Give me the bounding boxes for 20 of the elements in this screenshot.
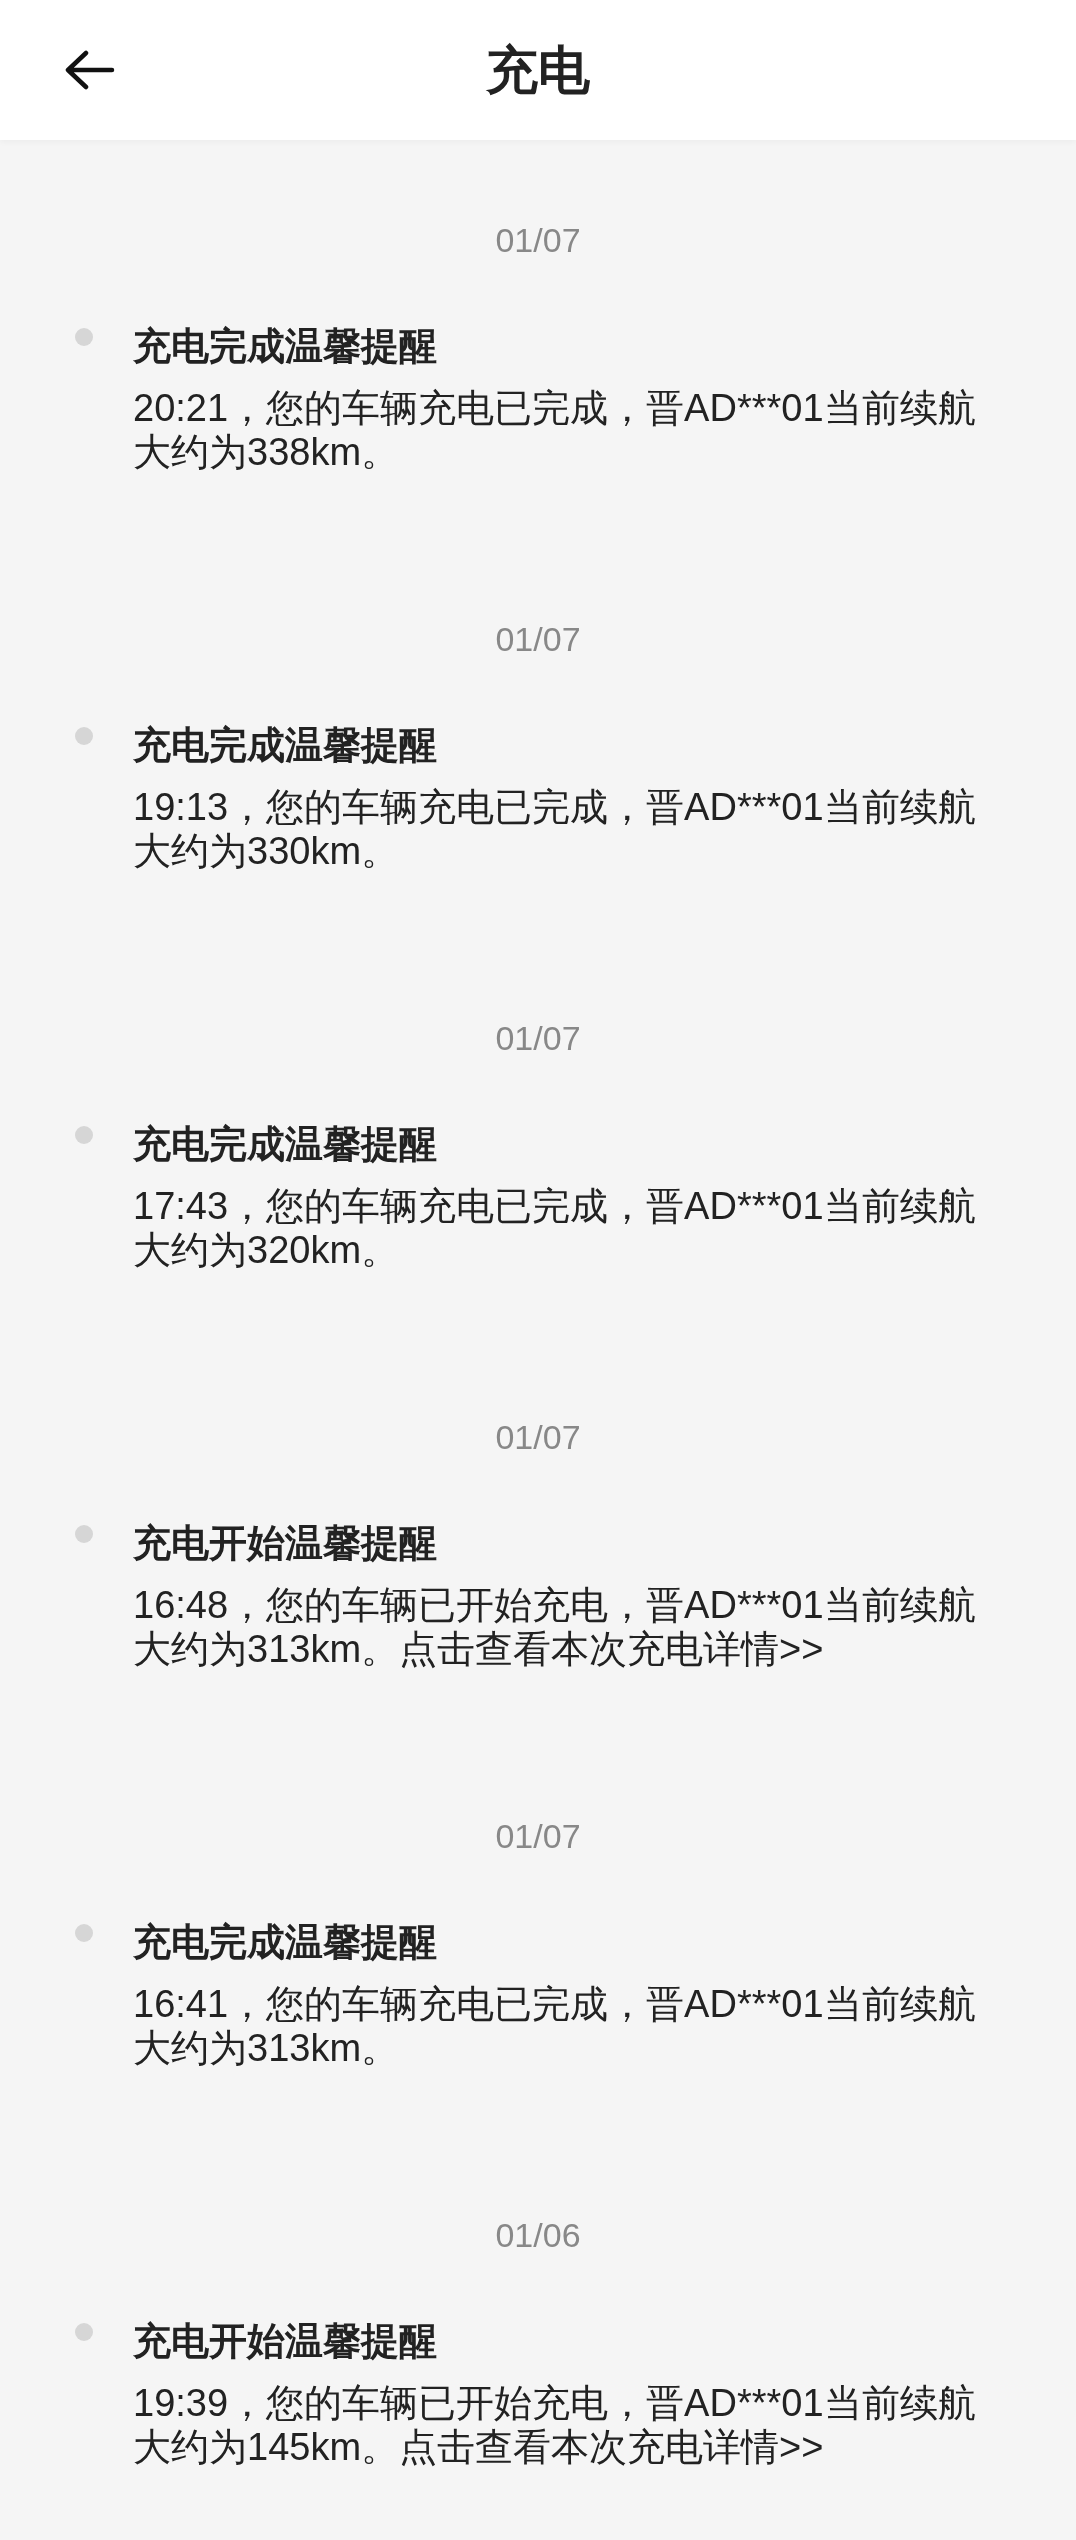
message-date: 01/07 (495, 619, 581, 660)
message-body: 16:48，您的车辆已开始充电，晋AD***01当前续航大约为313km。点击查看本次充电详情>> (133, 1583, 977, 1671)
message-date: 01/07 (495, 1816, 581, 1857)
message-body: 20:21，您的车辆充电已完成，晋AD***01当前续航大约为338km。 (133, 386, 977, 474)
message-date: 01/06 (495, 2215, 581, 2256)
page-title: 充电 (486, 44, 590, 96)
message-title[interactable]: 充电完成温馨提醒 (133, 322, 1013, 370)
message-body: 16:41，您的车辆充电已完成，晋AD***01当前续航大约为313km。 (133, 1982, 977, 2070)
message-body: 19:13，您的车辆充电已完成，晋AD***01当前续航大约为330km。 (133, 785, 977, 873)
message-body: 19:39，您的车辆已开始充电，晋AD***01当前续航大约为145km。点击查看本次充电详情>> (133, 2381, 977, 2469)
message-title[interactable]: 充电完成温馨提醒 (133, 1918, 1013, 1966)
message-title[interactable]: 充电开始温馨提醒 (133, 1519, 1013, 1567)
message-date: 01/07 (495, 1417, 581, 1458)
message-date: 01/07 (495, 1018, 581, 1059)
back-arrow-icon (64, 50, 116, 90)
message-title[interactable]: 充电完成温馨提醒 (133, 721, 1013, 769)
message-body: 17:43，您的车辆充电已完成，晋AD***01当前续航大约为320km。 (133, 1184, 977, 1272)
message-title[interactable]: 充电开始温馨提醒 (133, 2317, 1013, 2365)
message-date: 01/07 (495, 220, 581, 261)
message-title[interactable]: 充电完成温馨提醒 (133, 1120, 1013, 1168)
